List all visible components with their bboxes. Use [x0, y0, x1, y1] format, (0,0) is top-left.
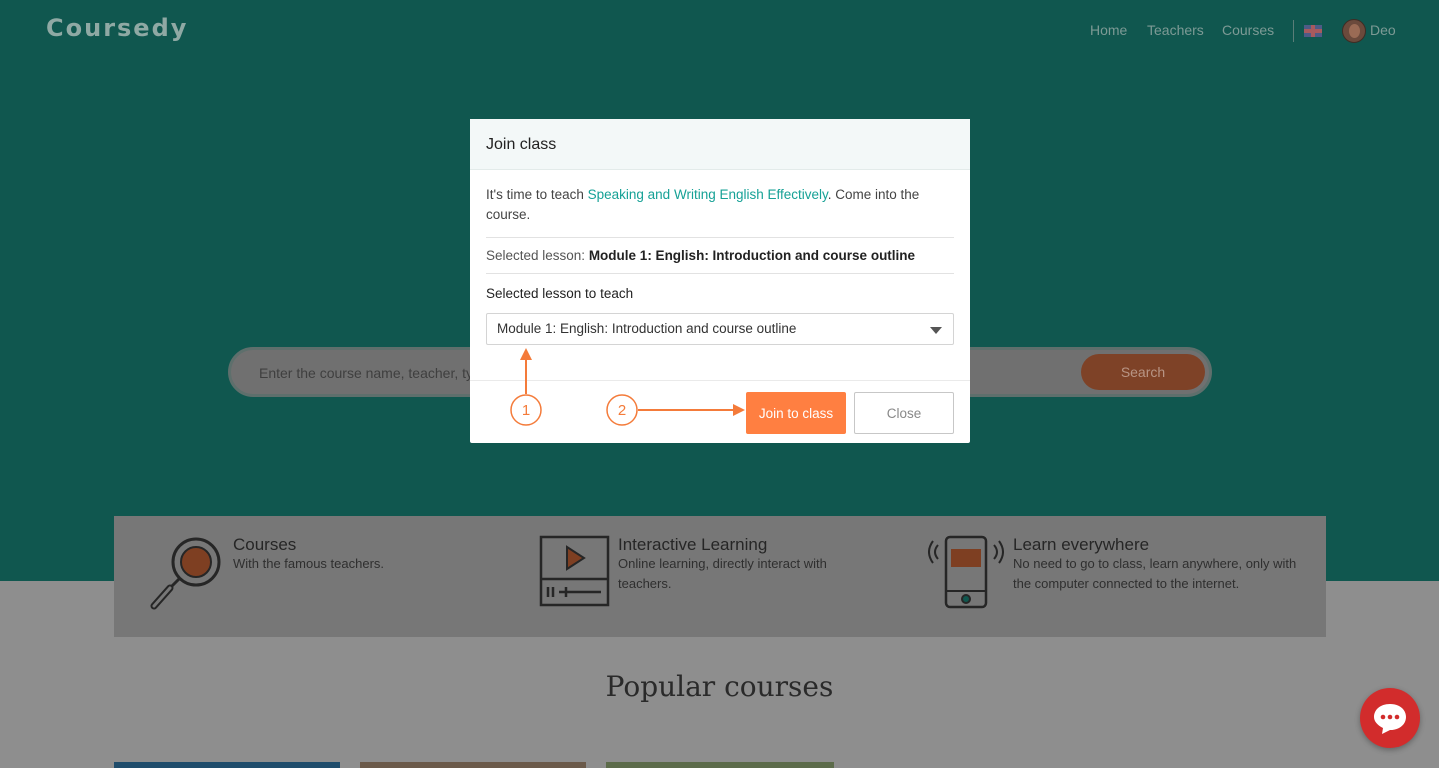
- chat-bubble-icon: [1374, 704, 1406, 734]
- feature-title-courses: Courses: [233, 535, 297, 554]
- caret-down-icon: [930, 327, 942, 334]
- course-thumbnails: [114, 762, 834, 768]
- modal-body: It's time to teach Speaking and Writing …: [486, 170, 954, 345]
- avatar[interactable]: [1342, 19, 1366, 43]
- popular-courses-heading: Popular courses: [605, 670, 834, 703]
- join-class-button[interactable]: Join to class: [746, 392, 846, 434]
- nav-teachers-link[interactable]: Teachers: [1147, 22, 1204, 38]
- intro-text: It's time to teach: [486, 187, 588, 202]
- selected-lesson-row: Selected lesson: Module 1: English: Intr…: [486, 238, 954, 273]
- feature-title-interactive: Interactive Learning: [618, 535, 768, 554]
- nav-courses-link[interactable]: Courses: [1222, 22, 1274, 38]
- join-class-modal: Join class It's time to teach Speaking a…: [470, 119, 970, 443]
- modal-title: Join class: [486, 136, 557, 153]
- divider: [486, 273, 954, 274]
- mobile-phone-icon: [928, 535, 1004, 609]
- search-button[interactable]: Search: [1081, 354, 1205, 390]
- course-thumbnail[interactable]: [360, 762, 586, 768]
- selected-lesson-label: Selected lesson:: [486, 248, 589, 263]
- feature-title-everywhere: Learn everywhere: [1013, 535, 1150, 554]
- course-thumbnail[interactable]: [606, 762, 834, 768]
- lesson-select-value: Module 1: English: Introduction and cour…: [497, 321, 797, 336]
- modal-footer: Join to class Close: [470, 380, 970, 443]
- selected-lesson-value: Module 1: English: Introduction and cour…: [588, 248, 916, 263]
- chat-button[interactable]: [1360, 688, 1420, 748]
- lesson-select[interactable]: Module 1: English: Introduction and cour…: [486, 313, 954, 345]
- features-panel: Courses With the famous teachers. Intera…: [114, 516, 1326, 637]
- uk-flag-icon[interactable]: [1304, 25, 1322, 37]
- feature-desc-everywhere: No need to go to class, learn anywhere, …: [1013, 556, 1297, 591]
- modal-intro: It's time to teach Speaking and Writing …: [486, 185, 954, 225]
- course-name-link[interactable]: Speaking and Writing English Effectively: [588, 187, 828, 202]
- lesson-to-teach-label: Selected lesson to teach: [486, 286, 634, 301]
- site-logo[interactable]: Coursedy: [46, 14, 188, 42]
- feature-desc-interactive: Online learning, directly interact with …: [618, 556, 827, 591]
- magnifier-icon: [150, 537, 221, 610]
- modal-header: Join class: [470, 119, 970, 170]
- video-player-icon: [539, 535, 610, 607]
- course-thumbnail[interactable]: [114, 762, 340, 768]
- nav-divider: [1293, 20, 1294, 42]
- nav-home-link[interactable]: Home: [1090, 22, 1127, 38]
- close-button[interactable]: Close: [854, 392, 954, 434]
- user-name[interactable]: Deo: [1370, 22, 1396, 38]
- feature-desc-courses: With the famous teachers.: [233, 556, 385, 571]
